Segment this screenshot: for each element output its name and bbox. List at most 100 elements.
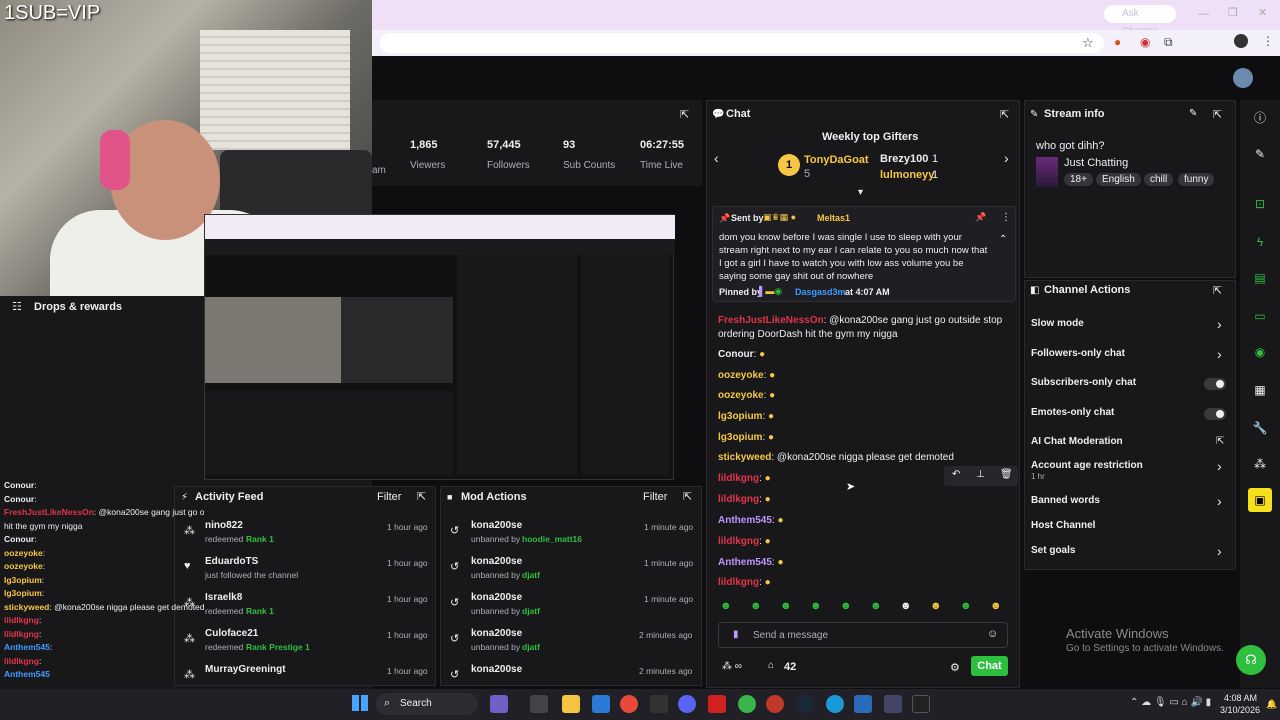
activity-user[interactable]: Israelk8 bbox=[205, 592, 242, 603]
app-icon[interactable] bbox=[650, 695, 668, 713]
chat-username[interactable]: lg3opium bbox=[718, 411, 762, 422]
chat-username[interactable]: oozeyoke bbox=[718, 370, 764, 381]
channel-action-item[interactable]: Slow mode bbox=[1031, 318, 1084, 329]
layout-icon[interactable]: ▦ bbox=[1248, 378, 1272, 402]
info-icon[interactable]: ⓘ bbox=[1248, 106, 1272, 130]
puzzle-icon[interactable]: ⧉ bbox=[1164, 35, 1173, 50]
toggle-switch[interactable] bbox=[1204, 408, 1226, 420]
chevron-right-icon[interactable]: › bbox=[1004, 150, 1009, 166]
adobe-icon[interactable] bbox=[708, 695, 726, 713]
channel-action-item[interactable]: Set goals bbox=[1031, 545, 1075, 556]
steam-icon[interactable] bbox=[796, 695, 814, 713]
toggle-switch[interactable] bbox=[1204, 378, 1226, 390]
category-name[interactable]: Just Chatting bbox=[1064, 157, 1128, 169]
extension-icon[interactable]: ● bbox=[1114, 35, 1121, 49]
notification-icon[interactable]: 🔔 bbox=[1266, 699, 1277, 710]
channel-action-item[interactable]: Host Channel bbox=[1031, 520, 1095, 531]
stream-tag[interactable]: 18+ bbox=[1064, 173, 1093, 186]
taskbar-search[interactable]: ⌕ Search bbox=[376, 693, 478, 715]
emote-picker-icon[interactable]: ☺ bbox=[987, 628, 998, 640]
gifter-name[interactable]: TonyDaGoat bbox=[804, 154, 869, 166]
extension-icon-2[interactable]: ◉ bbox=[1140, 35, 1150, 49]
clip-icon[interactable]: ⊡ bbox=[1248, 192, 1272, 216]
gifter-name[interactable]: lulmoneyy bbox=[880, 169, 934, 181]
maximize-icon[interactable]: ❐ bbox=[1228, 6, 1238, 19]
edge-icon[interactable] bbox=[826, 695, 844, 713]
channel-action-item[interactable]: Subscribers-only chat bbox=[1031, 377, 1136, 388]
media-icon[interactable] bbox=[884, 695, 902, 713]
collapse-arrow-icon[interactable]: ▾ bbox=[858, 187, 863, 198]
activity-user[interactable]: Culoface21 bbox=[205, 628, 258, 639]
lightning-icon[interactable]: ϟ bbox=[1248, 230, 1272, 254]
mod-name[interactable]: djatf bbox=[522, 570, 540, 580]
chevron-right-icon[interactable]: › bbox=[1217, 458, 1222, 474]
popout-icon[interactable]: ⇱ bbox=[680, 108, 689, 121]
pen-icon[interactable]: ✎ bbox=[1248, 142, 1272, 166]
task-view-icon[interactable] bbox=[530, 695, 548, 713]
popout-icon[interactable]: ⇱ bbox=[417, 490, 426, 503]
pin-toggle-icon[interactable]: 📌 bbox=[975, 212, 986, 223]
collapse-pin-icon[interactable]: ⌃ bbox=[999, 234, 1007, 245]
mod-target-user[interactable]: kona200se bbox=[471, 556, 522, 567]
stream-tag[interactable]: English bbox=[1096, 173, 1141, 186]
minimize-icon[interactable]: — bbox=[1198, 8, 1209, 20]
files-icon[interactable] bbox=[562, 695, 580, 713]
chat-username[interactable]: lg3opium bbox=[718, 432, 762, 443]
activity-user[interactable]: EduardoTS bbox=[205, 556, 258, 567]
profile-icon[interactable] bbox=[1234, 34, 1248, 48]
mod-target-user[interactable]: kona200se bbox=[471, 520, 522, 531]
close-icon[interactable]: ✕ bbox=[1258, 6, 1267, 19]
ask-chrome-button[interactable]: Ask Chrome bbox=[1104, 5, 1176, 37]
drops-rewards-bar[interactable]: ☷ Drops & rewards bbox=[0, 296, 204, 318]
chat-username[interactable]: stickyweed bbox=[718, 452, 771, 463]
chrome-icon[interactable] bbox=[620, 695, 638, 713]
menu-icon[interactable]: ⋮ bbox=[1262, 34, 1274, 48]
external-link-icon[interactable]: ⇱ bbox=[1216, 436, 1224, 447]
mod-target-user[interactable]: kona200se bbox=[471, 664, 522, 675]
terminal-icon[interactable] bbox=[912, 695, 930, 713]
gifter-name[interactable]: Brezy100 bbox=[880, 153, 928, 165]
photos-icon[interactable] bbox=[854, 695, 872, 713]
activity-user[interactable]: nino822 bbox=[205, 520, 243, 531]
help-chat-icon[interactable]: ☊ bbox=[1236, 645, 1266, 675]
mod-target-user[interactable]: kona200se bbox=[471, 592, 522, 603]
edit-icon[interactable]: ✎ bbox=[1189, 108, 1197, 119]
stream-tag[interactable]: funny bbox=[1178, 173, 1215, 186]
chat-username[interactable]: Anthem545 bbox=[718, 557, 772, 568]
avatar[interactable] bbox=[1233, 68, 1253, 88]
more-icon[interactable]: ⋮ bbox=[1001, 212, 1011, 223]
chat-username[interactable]: FreshJustLikeNessOn bbox=[718, 315, 824, 326]
popout-icon[interactable]: ⇱ bbox=[1213, 108, 1222, 121]
activity-filter-button[interactable]: Filter bbox=[377, 491, 401, 503]
mod-filter-button[interactable]: Filter bbox=[643, 491, 667, 503]
chat-username[interactable]: Anthem545 bbox=[718, 515, 772, 526]
chat-username[interactable]: lildlkgng bbox=[718, 473, 759, 484]
channel-action-item[interactable]: Banned words bbox=[1031, 495, 1100, 506]
windows-start-icon[interactable] bbox=[352, 695, 368, 711]
chevron-left-icon[interactable]: ‹ bbox=[714, 150, 719, 166]
chevron-right-icon[interactable]: › bbox=[1217, 543, 1222, 559]
channel-action-item[interactable]: AI Chat Moderation bbox=[1031, 436, 1123, 447]
chat-button[interactable]: Chat bbox=[971, 656, 1008, 676]
chat-username[interactable]: lildlkgng bbox=[718, 577, 759, 588]
stream-tag[interactable]: chill bbox=[1144, 173, 1174, 186]
pinner-name[interactable]: Dasgasd3m bbox=[795, 287, 846, 297]
chat-username[interactable]: Conour bbox=[718, 349, 754, 360]
notes-icon[interactable]: ▤ bbox=[1248, 266, 1272, 290]
channel-action-item[interactable]: Account age restriction bbox=[1031, 460, 1143, 471]
activity-user[interactable]: MurrayGreeningt bbox=[205, 664, 286, 675]
channel-action-item[interactable]: Followers-only chat bbox=[1031, 348, 1125, 359]
chevron-right-icon[interactable]: › bbox=[1217, 346, 1222, 362]
mod-name[interactable]: djatf bbox=[522, 642, 540, 652]
channel-action-item[interactable]: Emotes-only chat bbox=[1031, 407, 1114, 418]
browser-icon[interactable] bbox=[738, 695, 756, 713]
bits-icon[interactable]: ▣ bbox=[1248, 488, 1272, 512]
tray-icons[interactable]: ⌃ ☁ 🎙 ▭ ⌂ 🔊 ▮ bbox=[1130, 697, 1211, 708]
points-icon[interactable]: ⁂ ∞ bbox=[722, 661, 742, 672]
recorder-icon[interactable] bbox=[766, 695, 784, 713]
chevron-right-icon[interactable]: › bbox=[1217, 316, 1222, 332]
bookmark-star-icon[interactable]: ☆ bbox=[1082, 35, 1094, 51]
mod-target-user[interactable]: kona200se bbox=[471, 628, 522, 639]
broadcast-icon[interactable]: ◉ bbox=[1248, 340, 1272, 364]
chat-icon[interactable]: ▭ bbox=[1248, 304, 1272, 328]
